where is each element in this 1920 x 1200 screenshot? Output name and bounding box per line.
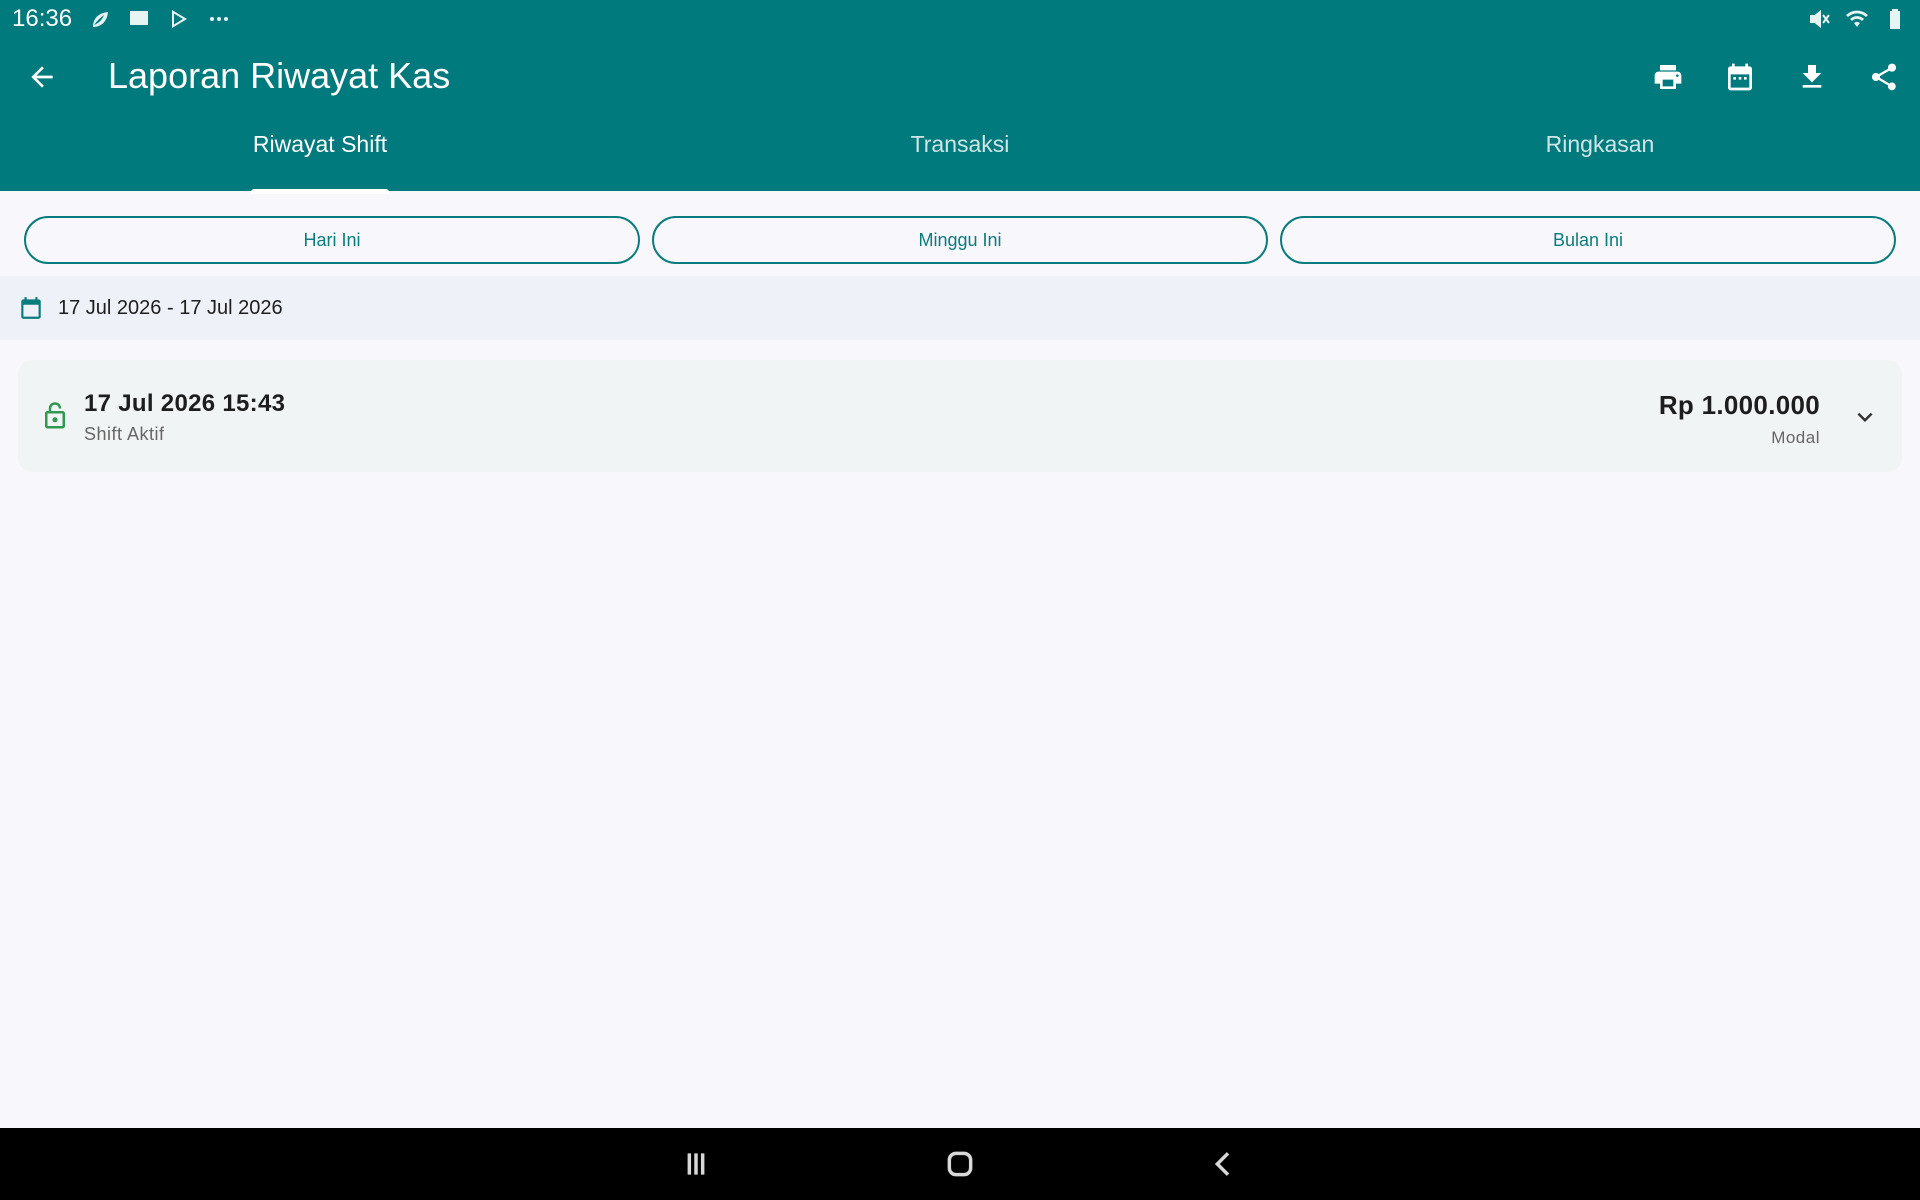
- calendar-icon: [21, 297, 41, 319]
- chevron-down-icon: [1857, 412, 1873, 422]
- share-button[interactable]: [1860, 53, 1908, 101]
- date-range-bar: 17 Jul 2026 - 17 Jul 2026: [0, 276, 1920, 340]
- share-icon: [1872, 63, 1896, 91]
- print-button[interactable]: [1644, 53, 1692, 101]
- battery-icon: [1882, 6, 1908, 32]
- app-bar: Laporan Riwayat Kas: [0, 37, 1920, 117]
- system-nav-bar: [0, 1128, 1920, 1200]
- store-icon: [126, 6, 152, 32]
- shift-amount-label: Modal: [1771, 428, 1820, 447]
- tab-riwayat-shift[interactable]: Riwayat Shift: [0, 117, 640, 194]
- wifi-icon: [1844, 6, 1870, 32]
- status-left: 16:36: [12, 5, 232, 33]
- shift-card[interactable]: 17 Jul 2026 15:43 Shift Aktif Rp 1.000.0…: [18, 360, 1902, 472]
- page-title: Laporan Riwayat Kas: [108, 55, 451, 96]
- filter-today-button[interactable]: Hari Ini: [24, 216, 640, 264]
- tab-ringkasan[interactable]: Ringkasan: [1280, 117, 1920, 191]
- back-button[interactable]: [20, 55, 64, 99]
- download-icon: [1802, 65, 1822, 88]
- tab-bar: Riwayat Shift Transaksi Ringkasan: [0, 117, 1920, 194]
- filter-chips: Hari Ini Minggu Ini Bulan Ini: [24, 216, 1896, 264]
- print-icon: [1654, 65, 1682, 89]
- status-time: 16:36: [12, 4, 73, 32]
- calendar-button[interactable]: [1716, 53, 1764, 101]
- tab-label: Riwayat Shift: [250, 130, 390, 194]
- expand-button[interactable]: [1848, 400, 1882, 434]
- filter-this-month-button[interactable]: Bulan Ini: [1280, 216, 1896, 264]
- shift-status: Shift Aktif: [84, 424, 165, 444]
- nav-back-button[interactable]: [1192, 1132, 1256, 1196]
- filter-this-week-button[interactable]: Minggu Ini: [652, 216, 1268, 264]
- more-dots-icon: [206, 6, 232, 32]
- date-range-text: 17 Jul 2026 - 17 Jul 2026: [58, 296, 283, 319]
- tab-transaksi[interactable]: Transaksi: [640, 117, 1280, 191]
- play-store-icon: [166, 6, 192, 32]
- arrow-left-icon: [31, 66, 53, 88]
- tab-label: Ringkasan: [1545, 130, 1655, 157]
- lock-open-icon: [40, 400, 70, 432]
- status-bar: 16:36: [0, 0, 1920, 37]
- back-chevron-icon: [1214, 1152, 1230, 1176]
- tab-label: Transaksi: [910, 130, 1010, 157]
- mute-icon: [1806, 6, 1832, 32]
- recent-apps-button[interactable]: [664, 1132, 728, 1196]
- home-button[interactable]: [928, 1132, 992, 1196]
- shift-datetime: 17 Jul 2026 15:43: [84, 390, 286, 417]
- shift-amount: Rp 1.000.000: [1658, 390, 1820, 420]
- calendar-icon: [1728, 63, 1752, 91]
- home-icon: [947, 1151, 973, 1177]
- leaf-icon: [86, 6, 112, 32]
- download-button[interactable]: [1788, 53, 1836, 101]
- app-bar-actions: [1644, 53, 1908, 101]
- recent-apps-icon: [687, 1153, 705, 1175]
- status-right: [1806, 6, 1908, 32]
